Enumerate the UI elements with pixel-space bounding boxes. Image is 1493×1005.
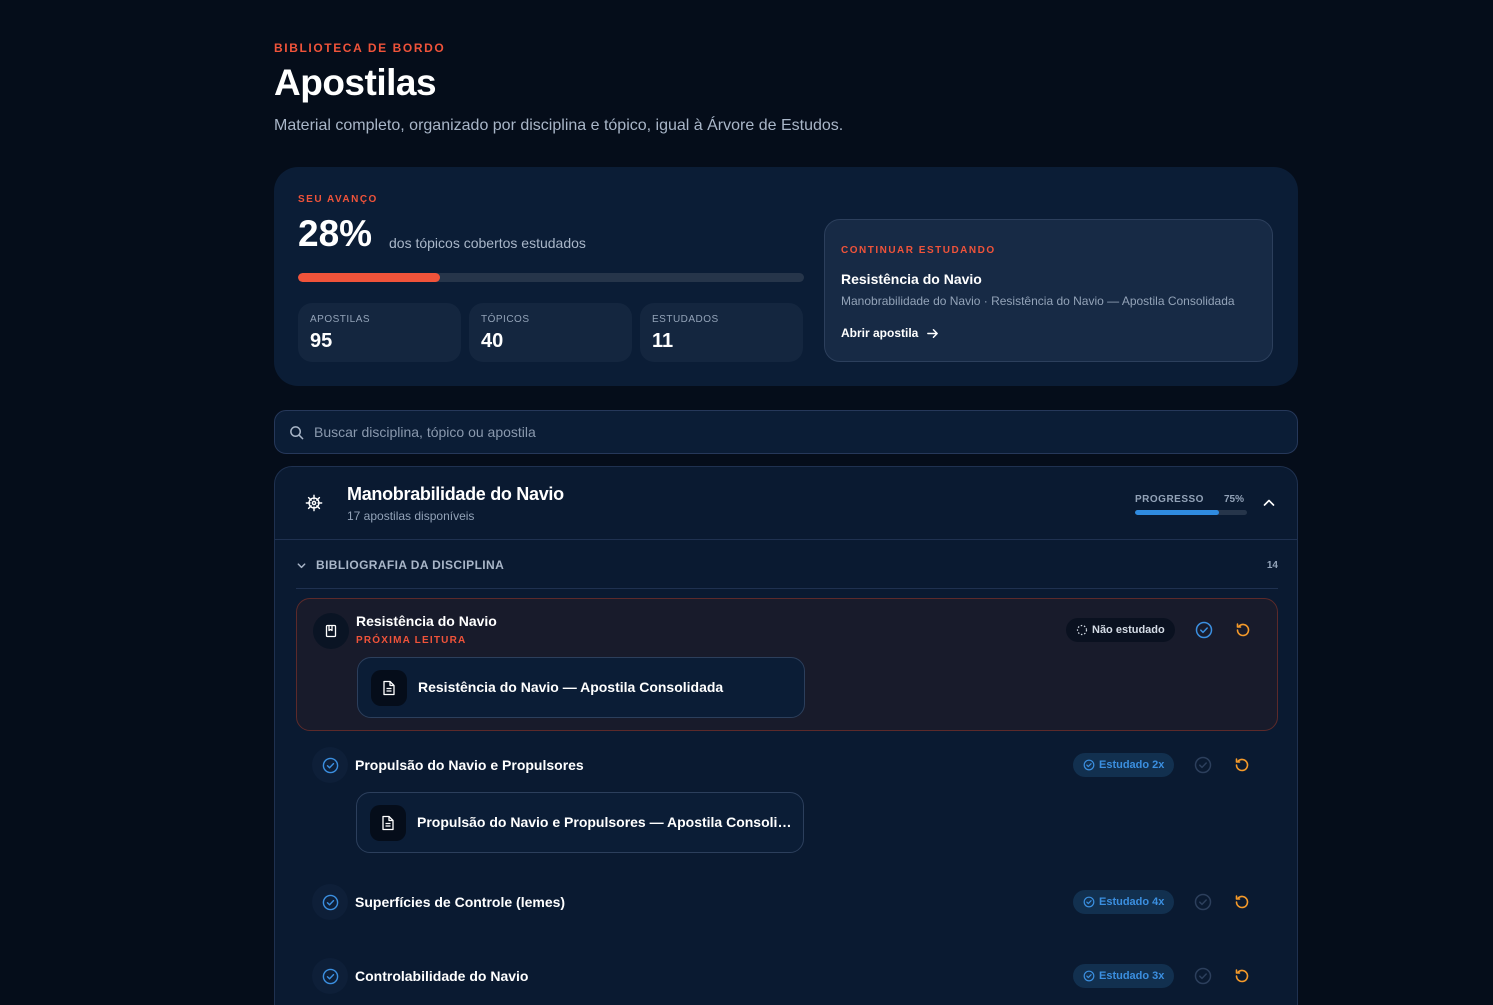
ship-wheel-icon — [305, 494, 323, 512]
discipline-progress-fill — [1135, 510, 1219, 515]
progress-eyebrow: SEU AVANÇO — [298, 194, 378, 205]
progress-bar-fill — [298, 273, 440, 282]
check-circle-icon — [1195, 621, 1213, 639]
status-label: Estudado 2x — [1099, 759, 1165, 771]
section-title: BIBLIOGRAFIA DA DISCIPLINA — [316, 558, 505, 572]
rotate-icon — [1235, 969, 1249, 983]
check-circle-icon — [312, 884, 348, 920]
discipline-progress-percent: 75% — [1224, 494, 1245, 505]
progress-caption: dos tópicos cobertos estudados — [389, 235, 586, 251]
stat-value: 95 — [310, 330, 333, 352]
status-badge: Estudado 3x — [1073, 964, 1175, 988]
page-subtitle: Material completo, organizado por discip… — [274, 117, 844, 134]
search-input[interactable] — [314, 424, 1214, 440]
discipline-progress-label: PROGRESSO — [1135, 494, 1204, 505]
continue-path: Manobrabilidade do Navio · Resistência d… — [841, 294, 1235, 308]
topic-row[interactable]: Propulsão do Navio e Propulsores Estudad… — [296, 747, 1278, 857]
mark-studied-button[interactable] — [1193, 755, 1213, 775]
stat-label: TÓPICOS — [481, 314, 530, 325]
discipline-panel: Manobrabilidade do Navio 17 apostilas di… — [274, 466, 1298, 1005]
book-icon — [313, 613, 349, 649]
stat-apostilas: APOSTILAS 95 — [298, 303, 461, 362]
apostila-card[interactable]: Resistência do Navio — Apostila Consolid… — [357, 657, 805, 718]
stat-estudados: ESTUDADOS 11 — [640, 303, 803, 362]
review-button[interactable] — [1232, 755, 1252, 775]
stat-label: APOSTILAS — [310, 314, 371, 325]
discipline-subtitle: 17 apostilas disponíveis — [347, 509, 475, 523]
topic-row[interactable]: Controlabilidade do Navio Estudado 3x — [296, 958, 1278, 1005]
progress-bar — [298, 273, 804, 282]
review-button[interactable] — [1232, 892, 1252, 912]
search-icon — [290, 425, 304, 439]
check-circle-icon — [1083, 759, 1095, 771]
apostila-title: Propulsão do Navio e Propulsores — Apost… — [417, 814, 792, 830]
check-circle-icon — [1083, 970, 1095, 982]
section-bibliografia[interactable]: BIBLIOGRAFIA DA DISCIPLINA 14 — [296, 541, 1278, 589]
status-label: Estudado 3x — [1099, 970, 1165, 982]
review-button[interactable] — [1233, 620, 1253, 640]
topic-title: Propulsão do Navio e Propulsores — [355, 757, 584, 773]
continue-card: CONTINUAR ESTUDANDO Resistência do Navio… — [824, 219, 1273, 362]
status-badge: Não estudado — [1066, 618, 1175, 642]
discipline-progress-bar — [1135, 510, 1247, 515]
chevron-down-icon — [297, 563, 306, 569]
mark-studied-button[interactable] — [1193, 966, 1213, 986]
stat-label: ESTUDADOS — [652, 314, 719, 325]
topic-title: Superfícies de Controle (lemes) — [355, 894, 566, 910]
file-icon — [370, 805, 406, 841]
progress-percent: 28% — [298, 213, 373, 254]
status-badge: Estudado 2x — [1073, 753, 1175, 777]
apostila-card[interactable]: Propulsão do Navio e Propulsores — Apost… — [356, 792, 804, 853]
check-circle-icon — [1194, 756, 1212, 774]
search-bar — [274, 410, 1298, 454]
check-circle-icon — [1194, 893, 1212, 911]
status-label: Não estudado — [1092, 624, 1165, 636]
next-reading-label: PRÓXIMA LEITURA — [356, 635, 467, 646]
review-button[interactable] — [1232, 966, 1252, 986]
page-eyebrow: BIBLIOTECA DE BORDO — [274, 41, 446, 55]
check-circle-icon — [1194, 967, 1212, 985]
stat-value: 11 — [652, 330, 674, 352]
rotate-icon — [1235, 758, 1249, 772]
page-title: Apostilas — [274, 62, 437, 103]
stat-topicos: TÓPICOS 40 — [469, 303, 632, 362]
check-circle-icon — [312, 747, 348, 783]
topic-title: Controlabilidade do Navio — [355, 968, 529, 984]
loading-icon — [1076, 624, 1088, 636]
continue-title: Resistência do Navio — [841, 271, 982, 287]
discipline-header[interactable]: Manobrabilidade do Navio 17 apostilas di… — [275, 467, 1297, 540]
chevron-up-icon[interactable] — [1262, 496, 1276, 510]
section-count: 14 — [1266, 560, 1278, 571]
topic-title: Resistência do Navio — [356, 613, 497, 629]
continue-eyebrow: CONTINUAR ESTUDANDO — [841, 245, 996, 256]
check-circle-icon — [312, 958, 348, 994]
rotate-icon — [1236, 623, 1250, 637]
status-badge: Estudado 4x — [1073, 890, 1175, 914]
mark-studied-button[interactable] — [1193, 892, 1213, 912]
arrow-right-icon — [927, 328, 939, 338]
open-apostila-label: Abrir apostila — [841, 326, 919, 340]
rotate-icon — [1235, 895, 1249, 909]
file-icon — [371, 670, 407, 706]
mark-studied-button[interactable] — [1194, 620, 1214, 640]
topic-row[interactable]: Superfícies de Controle (lemes) Estudado… — [296, 884, 1278, 924]
topic-row[interactable]: Resistência do Navio PRÓXIMA LEITURA Não… — [296, 598, 1278, 731]
check-circle-icon — [1083, 896, 1095, 908]
stat-value: 40 — [481, 330, 504, 352]
apostila-title: Resistência do Navio — Apostila Consolid… — [418, 679, 724, 695]
progress-card: SEU AVANÇO 28% dos tópicos cobertos estu… — [274, 167, 1298, 386]
status-label: Estudado 4x — [1099, 896, 1165, 908]
open-apostila-link[interactable]: Abrir apostila — [841, 326, 939, 340]
discipline-title: Manobrabilidade do Navio — [347, 484, 564, 504]
